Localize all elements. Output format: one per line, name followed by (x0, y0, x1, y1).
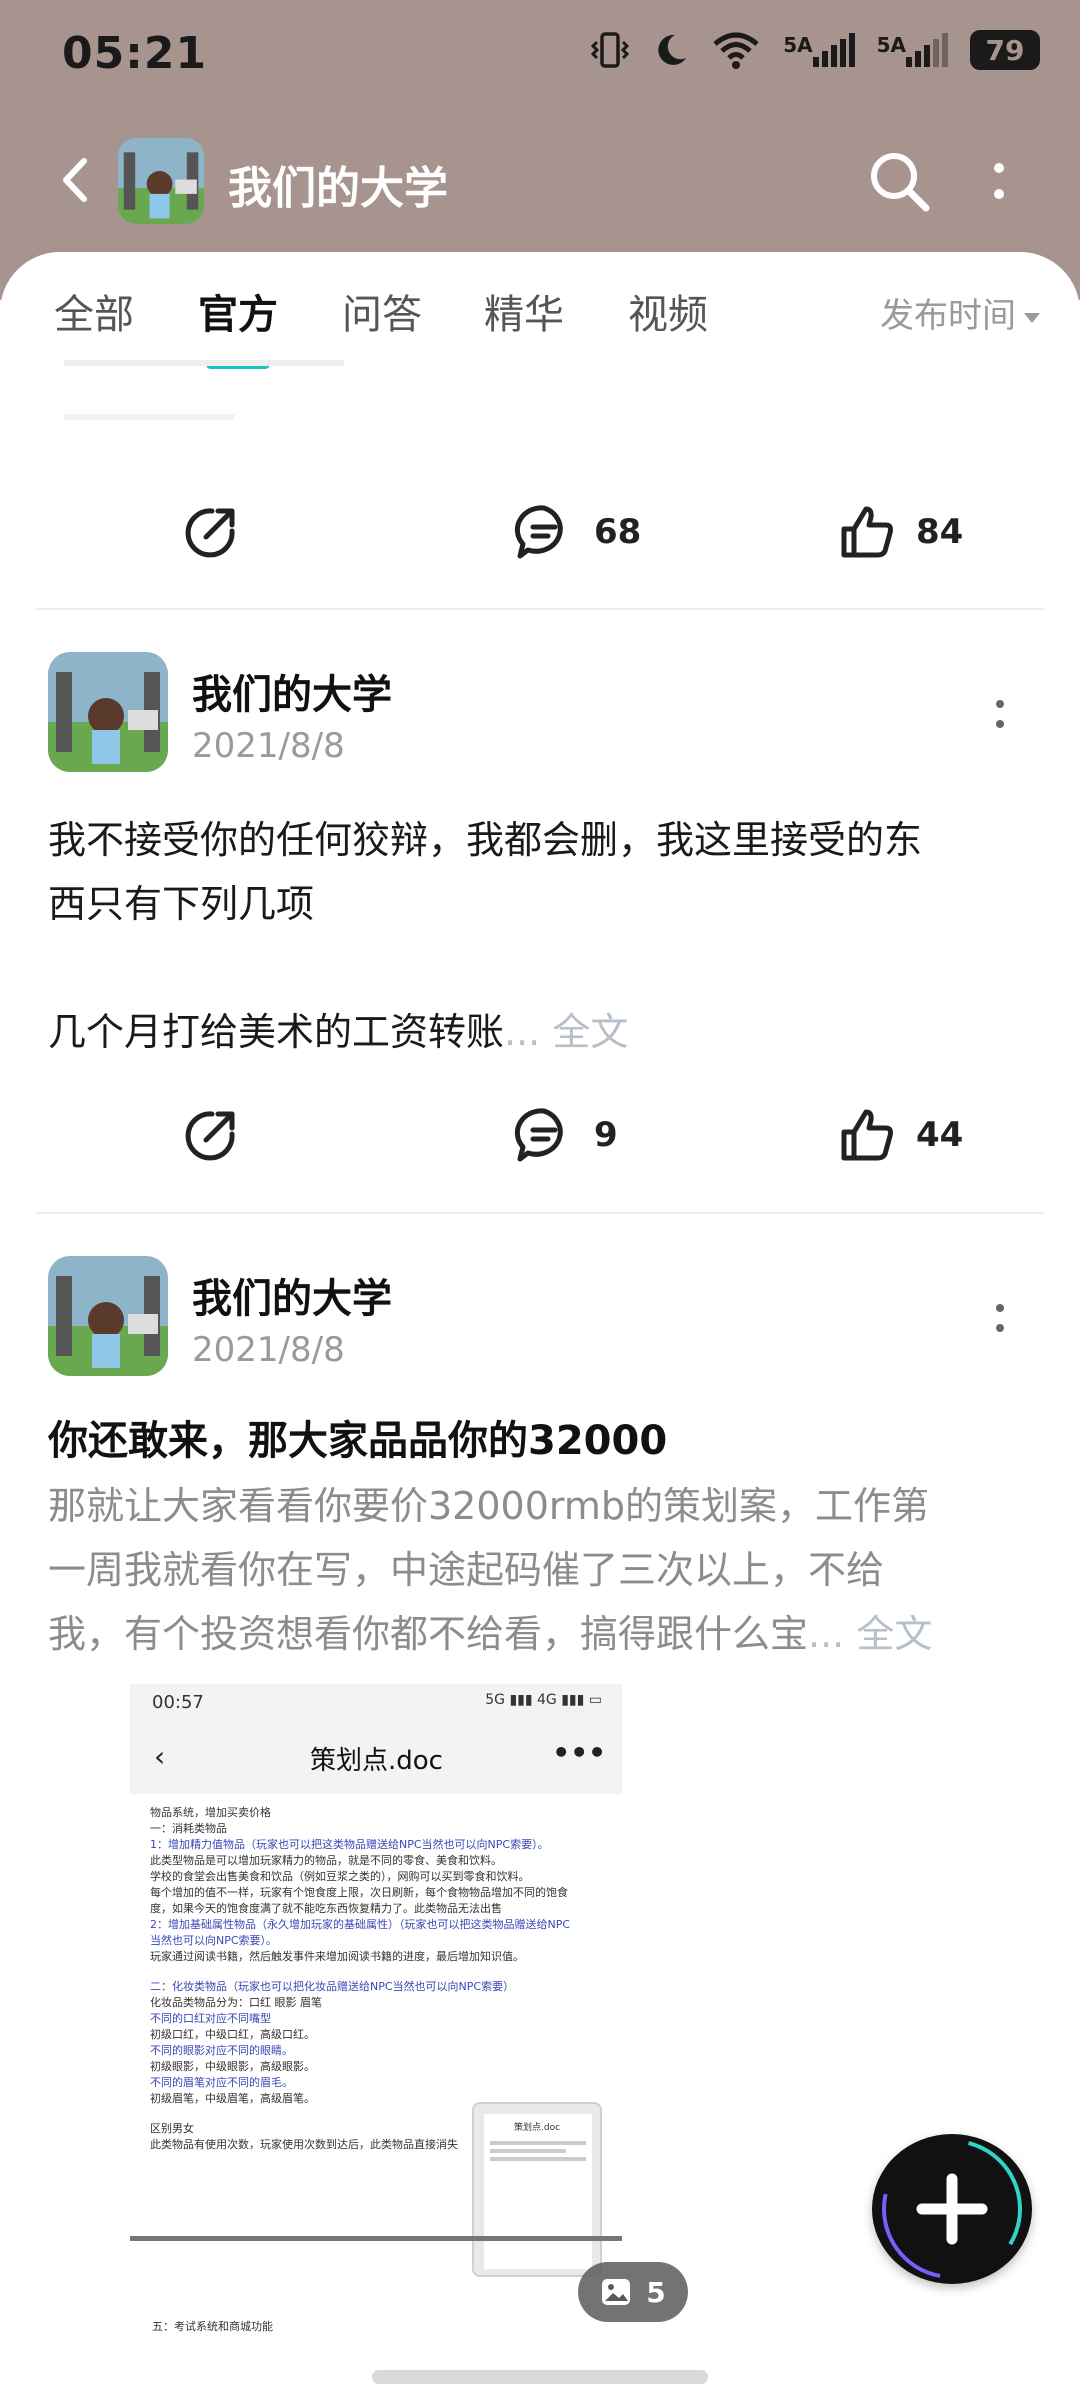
post-divider (36, 1212, 1044, 1214)
post-title[interactable]: 你还敢来，那大家品品你的32000 (48, 1408, 667, 1466)
search-icon[interactable] (864, 146, 934, 216)
group-title: 我们的大学 (228, 163, 448, 214)
signal-5a-2: 5A (877, 33, 948, 67)
doc-line: 此类型物品是可以增加玩家精力的物品，就是不同的零食、美食和饮料。 (150, 1854, 502, 1867)
post-body[interactable]: 我不接受你的任何狡辩，我都会删，我这里接受的东 西只有下列几项 几个月打给美术的… (48, 808, 1038, 1064)
tab-all[interactable]: 全部 (54, 282, 134, 340)
doc-line: 不同的口红对应不同嘴型 (150, 2012, 271, 2025)
doc-line: 初级眼影，中级眼影，高级眼影。 (150, 2060, 315, 2073)
doc-header: 00:57 5G ▮▮▮ 4G ▮▮▮ ▭ ‹ 策划点.doc ••• (130, 1684, 622, 1794)
comment-icon (514, 1108, 563, 1162)
doc-line: 初级眉笔，中级眉笔，高级眉笔。 (150, 2092, 315, 2105)
back-arrow-icon[interactable] (56, 155, 96, 205)
doc-thumbnail: 策划点.doc (472, 2102, 602, 2277)
doc-line: 物品系统，增加买卖价格 (150, 1806, 271, 1819)
doc-line: 玩家通过阅读书籍，然后触发事件来增加阅读书籍的进度，最后增加知识值。 (150, 1950, 524, 1963)
title-bar: 我们的大学 (0, 130, 1080, 230)
doc-back-icon: ‹ (154, 1740, 166, 1773)
doc-footer-text: 五：考试系统和商城功能 (152, 2320, 273, 2333)
doc-line: 不同的眉笔对应不同的眉毛。 (150, 2076, 293, 2089)
read-more-link[interactable]: ... 全文 (504, 1010, 628, 1054)
post-author-name[interactable]: 我们的大学 (192, 1266, 392, 1324)
moon-icon (658, 34, 687, 65)
share-icon (185, 1111, 235, 1161)
like-count: 44 (916, 1115, 964, 1155)
doc-line: 1：增加精力值物品（玩家也可以把这类物品赠送给NPC当然也可以向NPC索要）。 (150, 1838, 549, 1851)
group-avatar[interactable] (118, 138, 204, 224)
status-time: 05:21 (62, 28, 208, 79)
doc-status-time: 00:57 (152, 1692, 204, 1713)
comment-button[interactable]: 9 (514, 1095, 618, 1175)
previous-post-remnant (64, 360, 344, 366)
read-more-link[interactable]: ... 全文 (808, 1612, 932, 1656)
doc-line: 2：增加基础属性物品（永久增加玩家的基础属性）（玩家也可以把这类物品赠送给NPC (150, 1918, 571, 1931)
doc-line: 二：化妆类物品（玩家也可以把化妆品赠送给NPC当然也可以向NPC索要） (150, 1980, 515, 1993)
tab-official[interactable]: 官方 (198, 282, 278, 340)
tab-featured[interactable]: 精华 (484, 282, 564, 340)
post-image[interactable]: 00:57 5G ▮▮▮ 4G ▮▮▮ ▭ ‹ 策划点.doc ••• 物品系统… (130, 1684, 622, 2339)
doc-line: 不同的眼影对应不同的眼睛。 (150, 2044, 293, 2057)
sort-dropdown[interactable]: 发布时间 (880, 288, 1040, 337)
tab-qa[interactable]: 问答 (342, 282, 422, 340)
share-button[interactable] (182, 492, 240, 572)
post-date: 2021/8/8 (192, 1330, 345, 1370)
post-more-icon[interactable] (990, 696, 1010, 736)
previous-post-remnant-2 (64, 414, 234, 420)
post-date: 2021/8/8 (192, 726, 345, 766)
share-icon (185, 508, 235, 558)
post-more-icon[interactable] (990, 1300, 1010, 1340)
comment-button[interactable]: 68 (514, 492, 641, 572)
status-icons: 5A 5A 79 (589, 30, 1040, 70)
doc-status-icons: 5G ▮▮▮ 4G ▮▮▮ ▭ (485, 1692, 602, 1708)
image-count-badge[interactable]: 5 (578, 2262, 688, 2322)
share-button[interactable] (182, 1095, 240, 1175)
doc-line: 学校的食堂会出售美食和饮品（例如豆浆之类的），网购可以买到零食和饮料。 (150, 1870, 530, 1883)
doc-line: 度，如果今天的饱食度满了就不能吃东西恢复精力了。此类物品无法出售 (150, 1902, 502, 1915)
comment-count: 68 (594, 512, 642, 552)
post-body[interactable]: 那就让大家看看你要价32000rmb的策划案，工作第 一周我就看你在写，中途起码… (48, 1474, 1038, 1666)
doc-more-icon: ••• (552, 1736, 606, 1769)
doc-line: 此类物品有使用次数，玩家使用次数到达后，此类物品直接消失 (150, 2138, 458, 2151)
home-indicator (372, 2370, 708, 2384)
image-icon (602, 2279, 631, 2305)
doc-line: 当然也可以向NPC索要）。 (150, 1934, 278, 1947)
status-bar: 05:21 5A 5A 79 (0, 0, 1080, 110)
post-author-avatar[interactable] (48, 652, 168, 772)
doc-line: 区别男女 (150, 2122, 194, 2135)
like-button[interactable]: 84 (838, 492, 963, 572)
doc-line: 初级口红，中级口红，高级口红。 (150, 2028, 315, 2041)
doc-title: 策划点.doc (310, 1746, 443, 1776)
like-count: 84 (916, 512, 964, 552)
thumbs-up-icon (841, 506, 893, 558)
battery-indicator: 79 (970, 30, 1040, 70)
thumbs-up-icon (841, 1109, 893, 1161)
vibrate-icon (591, 32, 630, 68)
post-0-actions: 68 84 (0, 492, 1080, 572)
more-vertical-icon[interactable] (984, 158, 1014, 208)
wifi-icon (713, 32, 759, 69)
post-author-avatar[interactable] (48, 1256, 168, 1376)
comment-count: 9 (594, 1115, 618, 1155)
post-author-name[interactable]: 我们的大学 (192, 662, 392, 720)
post-1-actions: 9 44 (0, 1095, 1080, 1175)
tab-bar: 全部 官方 问答 精华 视频 发布时间 (0, 282, 1080, 369)
signal-5a-1: 5A (783, 33, 855, 67)
doc-line: 每个增加的值不一样，玩家有个饱食度上限，次日刷新，每个食物物品增加不同的饱食 (150, 1886, 568, 1899)
plus-icon (882, 2139, 1022, 2279)
create-post-button[interactable] (872, 2134, 1032, 2284)
post-divider (36, 608, 1044, 610)
caret-down-icon (1024, 312, 1040, 323)
doc-line: 一：消耗类物品 (150, 1822, 227, 1835)
comment-icon (514, 505, 563, 559)
doc-line: 化妆品类物品分为：口红 眼影 眉笔 (150, 1996, 322, 2009)
like-button[interactable]: 44 (838, 1095, 963, 1175)
tab-video[interactable]: 视频 (628, 282, 708, 340)
doc-scroll-bar (130, 2236, 622, 2241)
